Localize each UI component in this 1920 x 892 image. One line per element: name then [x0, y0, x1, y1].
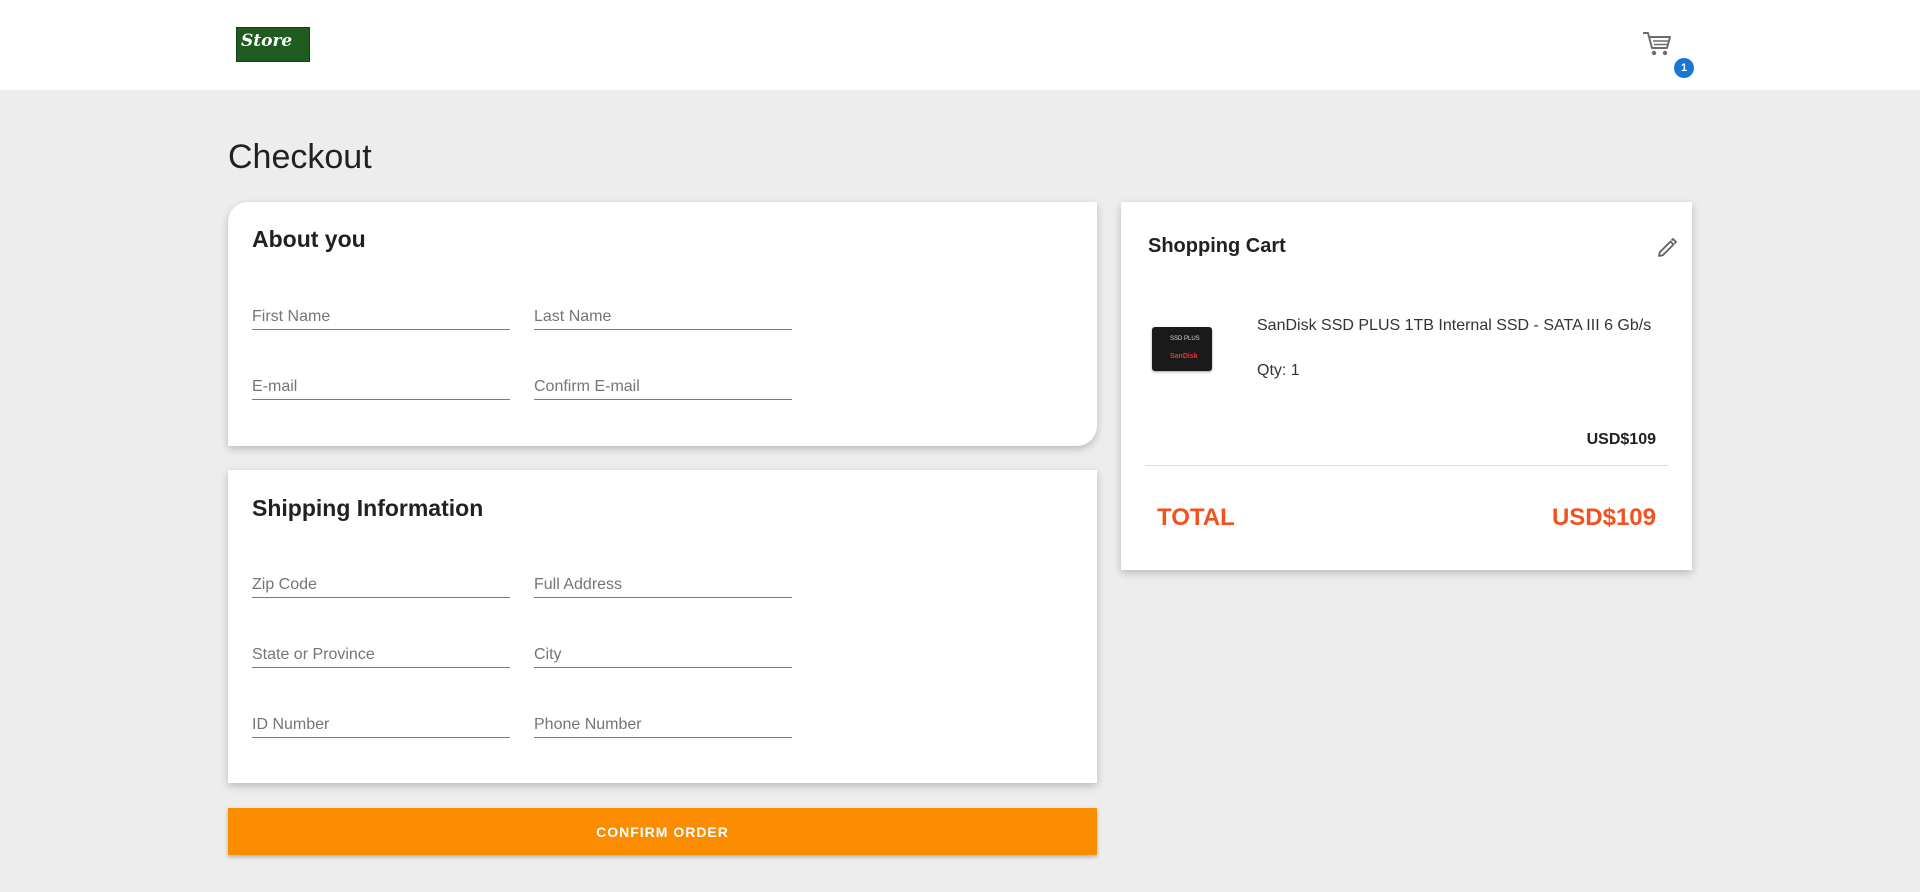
cart-item-price: USD$109 [1586, 431, 1656, 448]
first-name-input[interactable] [252, 300, 510, 329]
page-title: Checkout [228, 138, 372, 176]
cart-count-badge: 1 [1674, 58, 1694, 78]
shopping-cart-icon [1643, 32, 1671, 56]
shipping-information-card: Shipping Information [228, 470, 1097, 783]
cart-item-name: SanDisk SSD PLUS 1TB Internal SSD - SATA… [1257, 317, 1652, 334]
city-input[interactable] [534, 638, 792, 667]
phone-number-field[interactable] [534, 708, 792, 738]
confirm-order-button[interactable]: CONFIRM ORDER [228, 808, 1097, 855]
full-address-field[interactable] [534, 568, 792, 598]
zip-code-field[interactable] [252, 568, 510, 598]
product-image-brand-label: SanDisk [1170, 353, 1198, 360]
product-image-model-label: SSD PLUS [1170, 336, 1200, 342]
state-province-input[interactable] [252, 638, 510, 667]
phone-number-input[interactable] [534, 708, 792, 737]
first-name-field[interactable] [252, 300, 510, 330]
confirm-email-field[interactable] [534, 370, 792, 400]
cart-item-quantity: Qty: 1 [1257, 362, 1300, 379]
state-province-field[interactable] [252, 638, 510, 668]
city-field[interactable] [534, 638, 792, 668]
full-address-input[interactable] [534, 568, 792, 597]
shipping-information-title: Shipping Information [252, 495, 484, 521]
product-image: SSD PLUS SanDisk [1152, 327, 1212, 371]
id-number-input[interactable] [252, 708, 510, 737]
store-logo[interactable]: Store [236, 27, 310, 62]
email-field[interactable] [252, 370, 510, 400]
pencil-icon [1658, 238, 1677, 257]
email-input[interactable] [252, 370, 510, 399]
cart-divider [1145, 465, 1668, 466]
zip-code-input[interactable] [252, 568, 510, 597]
id-number-field[interactable] [252, 708, 510, 738]
total-label: TOTAL [1157, 504, 1235, 531]
total-value: USD$109 [1551, 504, 1656, 531]
top-navigation-bar: Store 1 [0, 0, 1920, 90]
edit-cart-button[interactable] [1655, 236, 1679, 260]
about-you-title: About you [252, 226, 366, 252]
confirm-email-input[interactable] [534, 370, 792, 399]
shopping-cart-card: Shopping Cart SSD PLUS SanDisk SanDisk S… [1121, 202, 1692, 570]
shopping-cart-title: Shopping Cart [1148, 235, 1286, 257]
about-you-card: About you [228, 202, 1097, 446]
cart-button[interactable]: 1 [1638, 26, 1694, 80]
last-name-input[interactable] [534, 300, 792, 329]
last-name-field[interactable] [534, 300, 792, 330]
